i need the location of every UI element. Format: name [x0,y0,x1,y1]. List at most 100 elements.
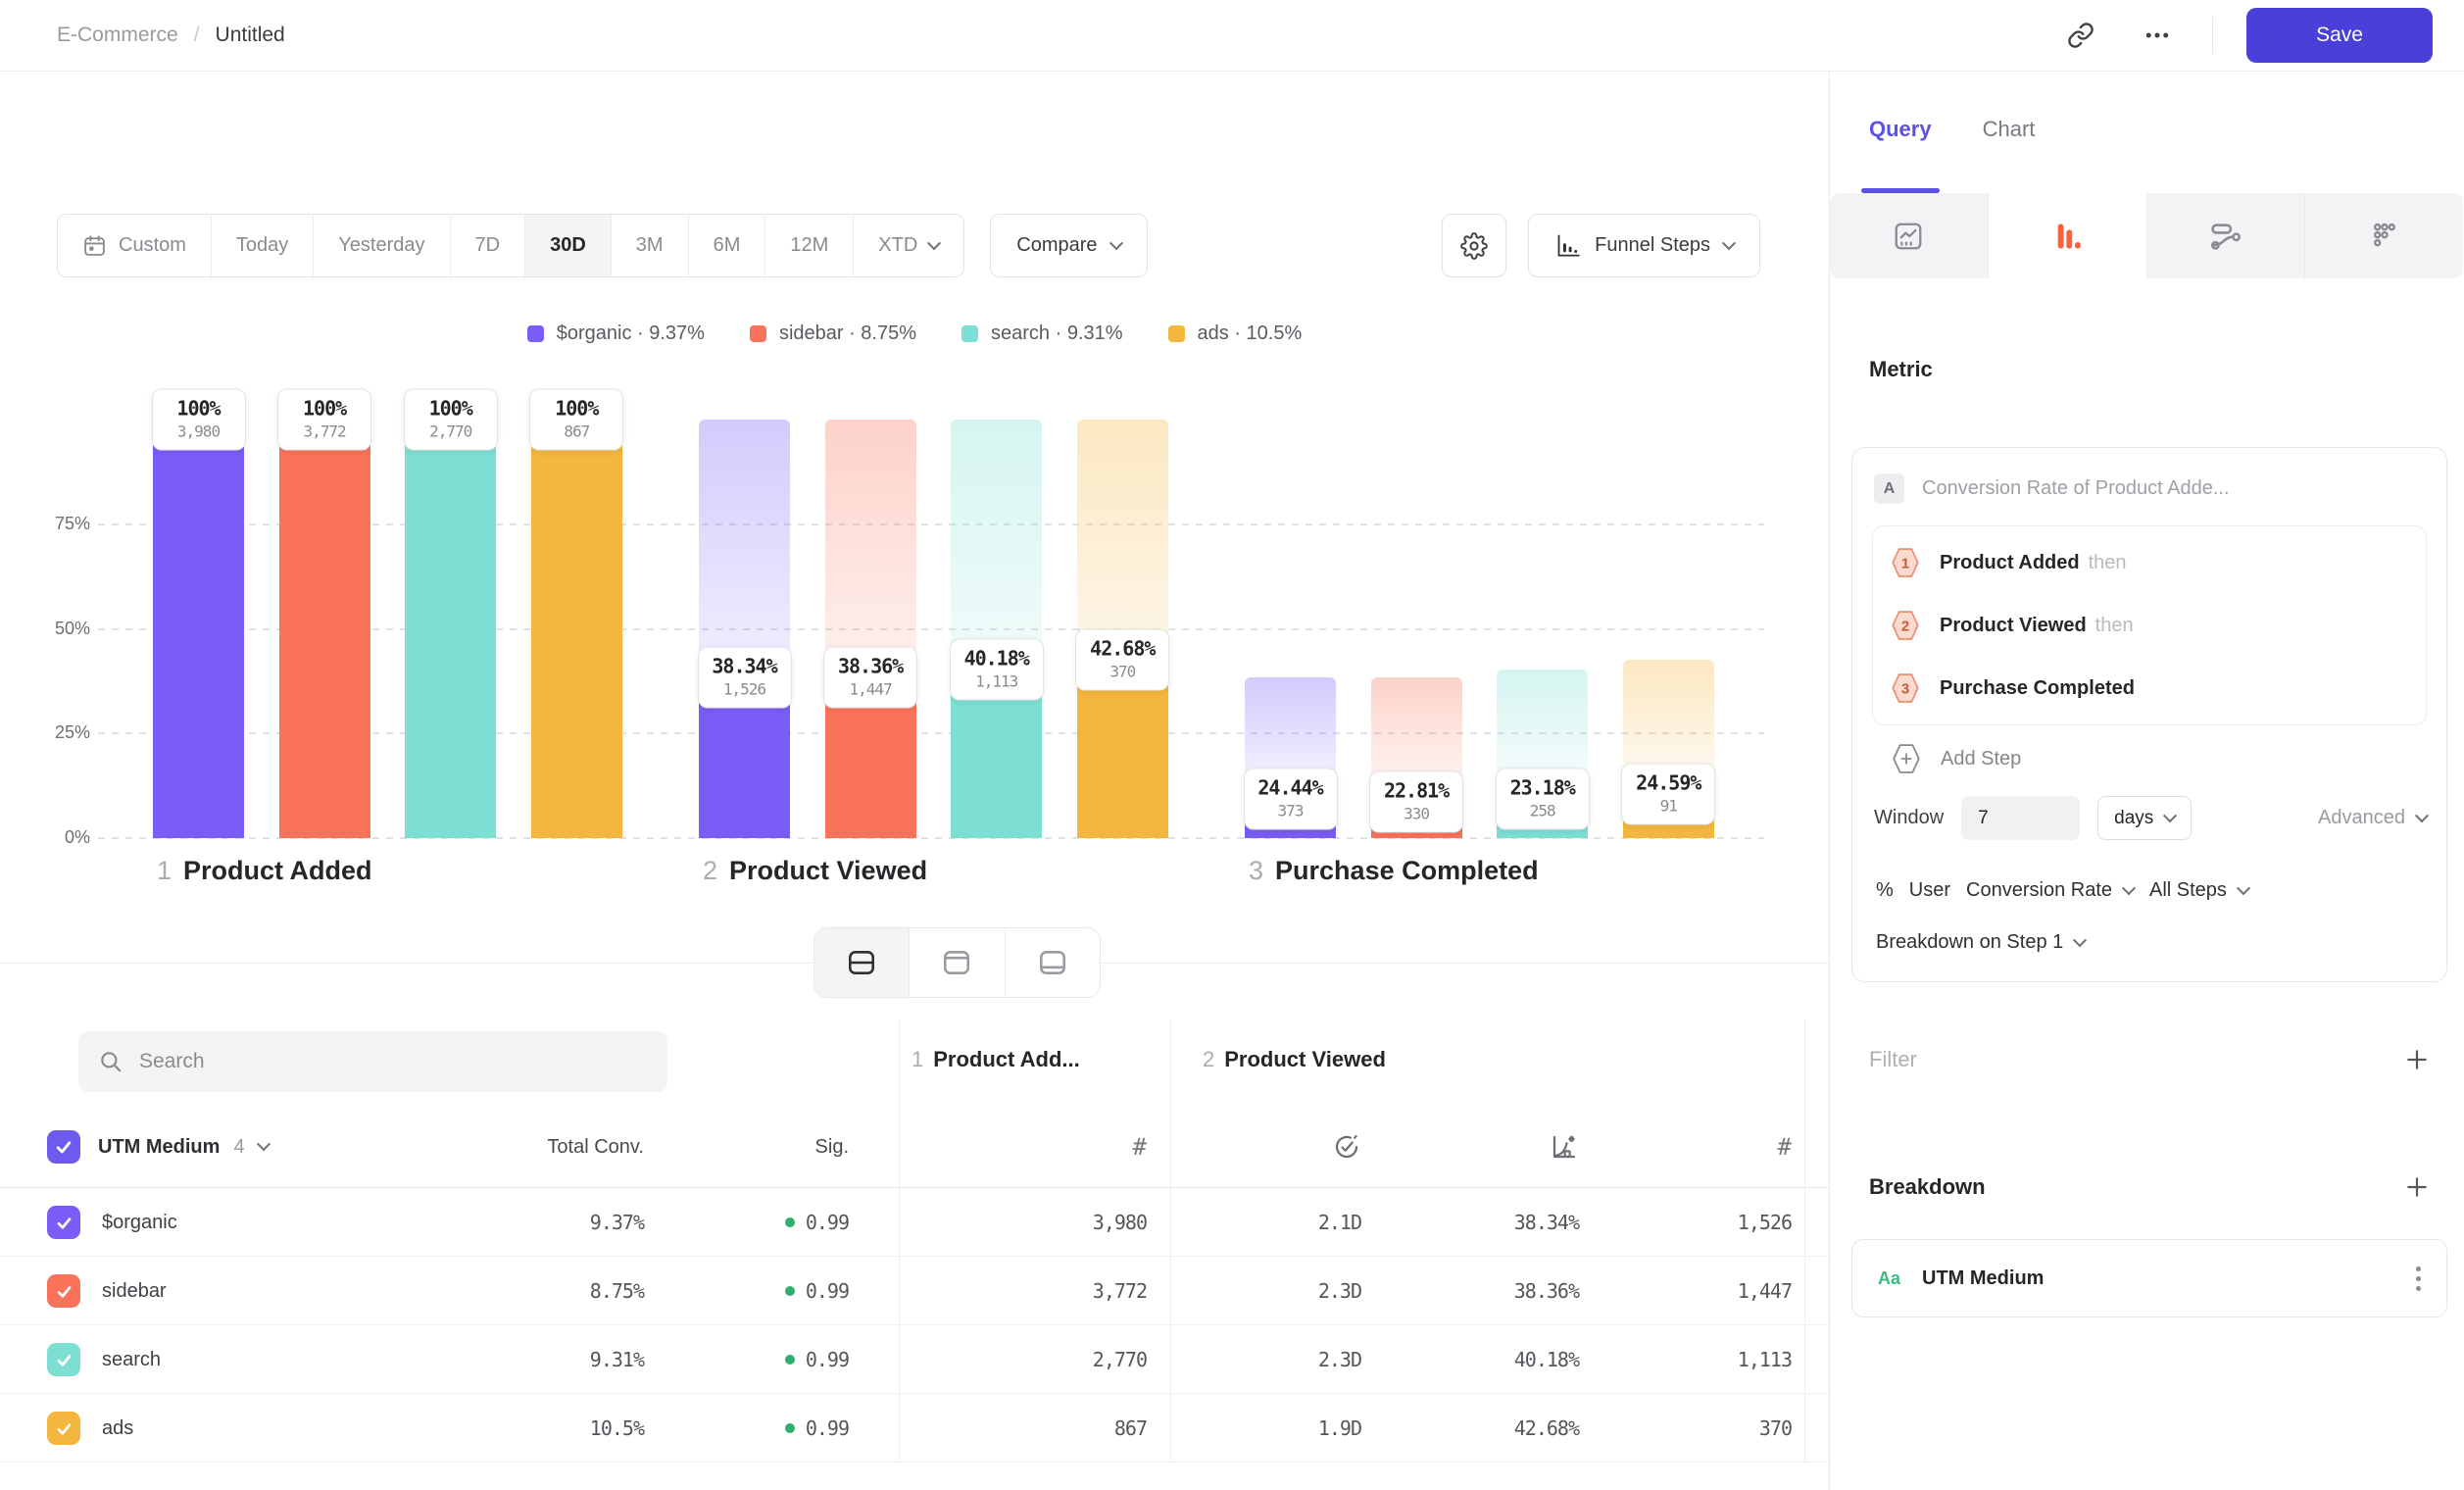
row-checkbox[interactable] [47,1206,80,1239]
tab-journey-chart-icon[interactable] [2147,193,2306,278]
window-unit-label: days [2114,808,2153,829]
table-header-count-viewed[interactable]: # [1703,1125,1792,1168]
table-header-avg-time[interactable] [1273,1125,1361,1168]
row-checkbox[interactable] [47,1412,80,1445]
row-breakdown-cell: ads [47,1412,133,1445]
chevron-down-icon [2163,809,2177,822]
measure-user-select[interactable]: User [1909,879,1950,902]
bar-count: 373 [1257,801,1324,820]
add-step-label: Add Step [1941,748,2021,770]
chevron-down-icon [2237,881,2250,895]
column-group-product-viewed: 2Product Viewed [1203,1047,1386,1072]
hexagon-step-badge: 1 [1891,547,1920,578]
funnel-bar[interactable] [531,420,622,838]
bar-percent: 100% [166,397,232,421]
metric-header[interactable]: A Conversion Rate of Product Adde... [1872,473,2427,504]
breakdown-column-label[interactable]: UTM Medium [98,1136,220,1159]
breakdown-on-step-select[interactable]: Breakdown on Step 1 [1876,931,2427,954]
row-checkbox[interactable] [47,1343,80,1376]
breakdown-property-card[interactable]: Aa UTM Medium [1851,1239,2447,1317]
measure-rate-label: Conversion Rate [1966,879,2112,902]
breakdown-on-label: Breakdown on Step 1 [1876,931,2063,954]
step-event-name: Product Viewedthen [1940,615,2134,637]
measured-as-row: % User Conversion Rate All Steps [1876,879,2427,902]
row-label: sidebar [102,1274,167,1308]
row-total-conv: 8.75% [448,1257,644,1325]
search-icon [98,1049,123,1074]
funnel-bar[interactable] [279,420,370,838]
bar-count: 1,526 [712,680,778,699]
layout-top-button[interactable] [910,928,1005,997]
row-metric-cell: 40.18% [1422,1325,1579,1394]
add-step-button[interactable]: Add Step [1892,743,2427,774]
search-input[interactable] [139,1050,648,1073]
bar-value-label: 38.36%1,447 [823,647,917,709]
save-button[interactable]: Save [2246,8,2433,63]
metric-card: A Conversion Rate of Product Adde... 1Pr… [1851,447,2447,982]
tab-query[interactable]: Query [1869,117,1932,193]
breadcrumb-title[interactable]: Untitled [216,24,285,47]
table-row[interactable]: search9.31%0.992,7702.3D40.18%1,113 [0,1325,1829,1394]
layout-bottom-button[interactable] [1006,928,1100,997]
add-breakdown-button[interactable] [2404,1174,2430,1200]
bar-percent: 22.81% [1383,778,1450,802]
filter-section: Filter [1869,1047,2430,1072]
bar-count: 1,113 [963,672,1030,691]
layout-split-button[interactable] [814,928,910,997]
top-bar: E-Commerce / Untitled Save [0,0,2464,72]
funnel-bar[interactable] [405,420,496,838]
table-row[interactable]: sidebar8.75%0.993,7722.3D38.36%1,447 [0,1257,1829,1325]
hexagon-step-badge: 2 [1891,610,1920,641]
measure-rate-select[interactable]: Conversion Rate [1966,879,2134,902]
row-metric-cell: 38.36% [1422,1257,1579,1325]
step-number: 1 [157,856,172,885]
bar-value-label: 100%3,980 [152,389,246,451]
window-unit-select[interactable]: days [2097,796,2192,840]
y-axis-tick: 50% [18,619,90,639]
panel-body: Metric A Conversion Rate of Product Adde… [1830,357,2463,1317]
row-metric-cell: 1.9D [1205,1394,1361,1463]
table-row[interactable]: $organic9.37%0.993,9802.1D38.34%1,526 [0,1188,1829,1257]
share-link-icon[interactable] [2059,14,2102,57]
table-header-count-added[interactable]: # [1059,1125,1147,1168]
measure-steps-select[interactable]: All Steps [2149,879,2248,902]
row-checkbox[interactable] [47,1274,80,1308]
query-step-1[interactable]: 1Product Addedthen [1891,531,2408,594]
tab-line-chart-icon[interactable] [1830,193,1989,278]
table-header-conv-rate[interactable] [1491,1125,1579,1168]
kebab-menu-icon[interactable] [2416,1266,2421,1291]
step-then-suffix: then [2095,615,2134,636]
query-step-3[interactable]: 3Purchase Completed [1891,657,2408,720]
metric-title: Conversion Rate of Product Adde... [1922,477,2230,500]
property-type-badge: Aa [1878,1268,1900,1289]
row-metric-cell: 1,526 [1635,1188,1792,1257]
breadcrumb-project[interactable]: E-Commerce [57,24,178,47]
bar-value-label: 23.18% 258 [1496,769,1590,830]
table-header-total-conv[interactable]: Total Conv. [448,1125,644,1168]
row-metric-cell: 2.1D [1205,1188,1361,1257]
bar-percent: 23.18% [1509,776,1576,800]
more-menu-icon[interactable] [2136,14,2179,57]
advanced-toggle[interactable]: Advanced [2318,807,2427,829]
row-metric-cell: 2,770 [990,1325,1147,1394]
tab-chart[interactable]: Chart [1983,117,2036,193]
percent-symbol: % [1876,879,1894,902]
advanced-label: Advanced [2318,807,2405,829]
column-group-product-added: 1Product Add... [912,1047,1080,1072]
select-all-checkbox[interactable] [47,1130,80,1164]
row-metric-cell: 370 [1635,1394,1792,1463]
tab-funnel-chart-icon[interactable] [1989,193,2147,278]
table-row[interactable]: ads10.5%0.998671.9D42.68%370 [0,1394,1829,1463]
table-header-breakdown: UTM Medium 4 [47,1125,269,1168]
bar-count: 258 [1509,802,1576,820]
chevron-down-icon[interactable] [256,1137,270,1151]
window-value-input[interactable] [1961,796,2080,840]
step-number: 1 [912,1047,923,1071]
add-filter-button[interactable] [2404,1047,2430,1072]
row-metric-cell: 2.3D [1205,1257,1361,1325]
query-step-2[interactable]: 2 Product Viewedthen [1891,594,2408,657]
row-total-conv: 9.31% [448,1325,644,1394]
table-header-sig[interactable]: Sig. [731,1125,849,1168]
tab-scatter-chart-icon[interactable] [2305,193,2463,278]
funnel-bar[interactable] [153,420,244,838]
